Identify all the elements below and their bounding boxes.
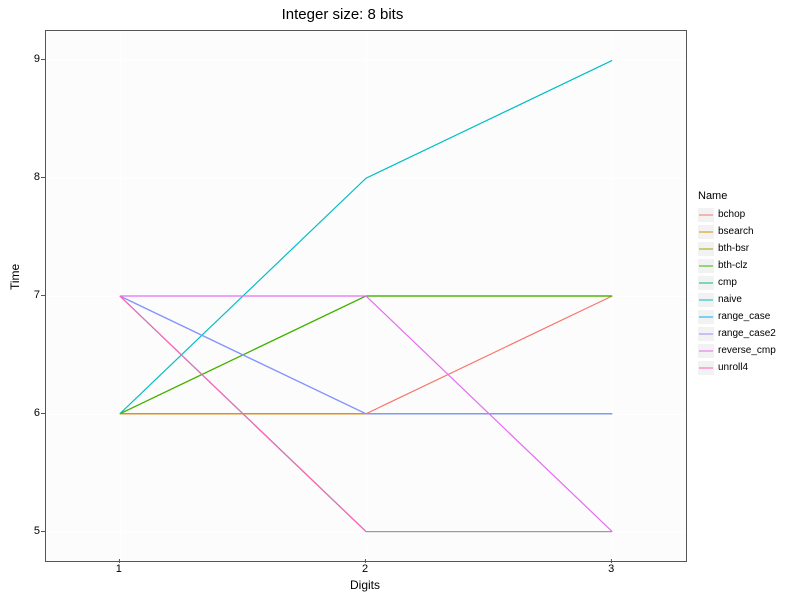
- series-line-range_case2: [120, 296, 612, 414]
- y-axis-label: Time: [8, 264, 22, 290]
- y-tick: 6: [20, 407, 40, 419]
- y-tick: 7: [20, 289, 40, 301]
- legend-label: bchop: [718, 209, 745, 220]
- legend-items: bchop bsearch bth-bsr bth-clz cmp naive range_…: [698, 206, 793, 376]
- legend-swatch: [698, 208, 714, 222]
- chart-title: Integer size: 8 bits: [0, 6, 685, 23]
- legend-label: bth-clz: [718, 260, 747, 271]
- plot-panel: [45, 30, 687, 562]
- legend-swatch: [698, 242, 714, 256]
- y-tick: 9: [20, 53, 40, 65]
- legend-swatch: [698, 361, 714, 375]
- legend-item-bchop: bchop: [698, 206, 793, 223]
- legend-title: Name: [698, 190, 793, 202]
- legend-item-bth-clz: bth-clz: [698, 257, 793, 274]
- legend-item-cmp: cmp: [698, 274, 793, 291]
- legend-label: reverse_cmp: [718, 345, 776, 356]
- legend-label: cmp: [718, 277, 737, 288]
- series-line-bth-bsr: [120, 296, 612, 414]
- legend-label: naive: [718, 294, 742, 305]
- legend-swatch: [698, 259, 714, 273]
- series-line-bchop: [120, 296, 612, 414]
- legend-label: unroll4: [718, 362, 748, 373]
- legend-label: range_case: [718, 311, 770, 322]
- legend-item-range_case2: range_case2: [698, 325, 793, 342]
- legend-label: bth-bsr: [718, 243, 749, 254]
- y-tick: 8: [20, 171, 40, 183]
- series-line-bth-clz: [120, 296, 612, 414]
- legend-swatch: [698, 293, 714, 307]
- x-tick: 2: [362, 563, 368, 575]
- x-tick: 1: [116, 563, 122, 575]
- legend: Name bchop bsearch bth-bsr bth-clz cmp naive r…: [698, 190, 793, 376]
- y-tick: 5: [20, 525, 40, 537]
- legend-item-range_case: range_case: [698, 308, 793, 325]
- x-tick: 3: [608, 563, 614, 575]
- legend-swatch: [698, 276, 714, 290]
- legend-swatch: [698, 225, 714, 239]
- legend-item-unroll4: unroll4: [698, 359, 793, 376]
- legend-swatch: [698, 310, 714, 324]
- legend-item-bth-bsr: bth-bsr: [698, 240, 793, 257]
- legend-item-bsearch: bsearch: [698, 223, 793, 240]
- x-axis-label: Digits: [45, 578, 685, 592]
- legend-swatch: [698, 344, 714, 358]
- series-line-range_case: [120, 296, 612, 414]
- legend-label: range_case2: [718, 328, 776, 339]
- legend-item-naive: naive: [698, 291, 793, 308]
- chart-lines: [46, 31, 686, 561]
- series-line-naive: [120, 60, 612, 413]
- legend-swatch: [698, 327, 714, 341]
- legend-label: bsearch: [718, 226, 754, 237]
- legend-item-reverse_cmp: reverse_cmp: [698, 342, 793, 359]
